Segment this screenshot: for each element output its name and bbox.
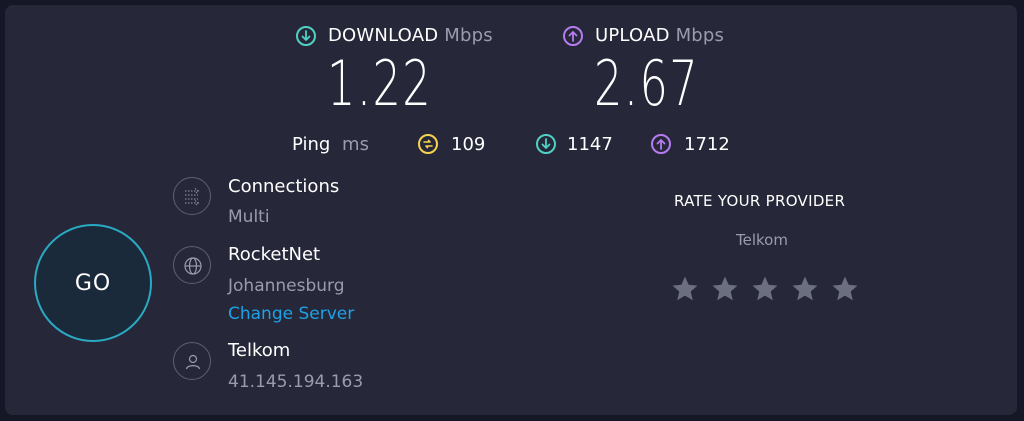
rate-provider-name: Telkom	[736, 231, 788, 249]
ping-download-value: 1147	[567, 134, 613, 155]
ping-upload-value: 1712	[684, 134, 730, 155]
connections-title: Connections	[228, 176, 340, 197]
ping-header: Ping ms	[292, 134, 369, 155]
change-server-link[interactable]: Change Server	[228, 304, 354, 324]
ping-idle-icon	[418, 134, 438, 154]
connections-icon	[173, 177, 211, 215]
ping-download-icon	[536, 134, 556, 154]
rate-provider-title: RATE YOUR PROVIDER	[674, 192, 846, 210]
star-icon[interactable]	[670, 274, 700, 304]
provider-name: Telkom	[228, 340, 291, 361]
download-icon	[296, 26, 316, 46]
connections-value[interactable]: Multi	[228, 207, 270, 227]
results-panel	[5, 5, 1017, 415]
download-value: 1.22	[327, 47, 433, 120]
upload-unit: Mbps	[675, 25, 725, 46]
person-icon	[173, 342, 211, 380]
upload-label: UPLOAD	[595, 25, 670, 46]
download-header: DOWNLOAD Mbps	[328, 25, 493, 46]
star-icon[interactable]	[710, 274, 740, 304]
upload-icon	[563, 26, 583, 46]
download-unit: Mbps	[444, 25, 493, 46]
ping-label: Ping	[292, 134, 331, 155]
upload-header: UPLOAD Mbps	[595, 25, 724, 46]
star-icon[interactable]	[790, 274, 820, 304]
download-label: DOWNLOAD	[328, 25, 439, 46]
provider-ip: 41.145.194.163	[228, 372, 364, 392]
ping-unit: ms	[342, 134, 369, 155]
ping-upload-icon	[651, 134, 671, 154]
server-location: Johannesburg	[228, 276, 345, 296]
star-icon[interactable]	[750, 274, 780, 304]
star-icon[interactable]	[830, 274, 860, 304]
ping-idle-value: 109	[451, 134, 486, 155]
server-name: RocketNet	[228, 244, 321, 265]
star-rating[interactable]	[670, 274, 865, 306]
upload-value: 2.67	[594, 47, 700, 120]
globe-icon	[173, 246, 211, 284]
go-button[interactable]: GO	[34, 224, 152, 342]
